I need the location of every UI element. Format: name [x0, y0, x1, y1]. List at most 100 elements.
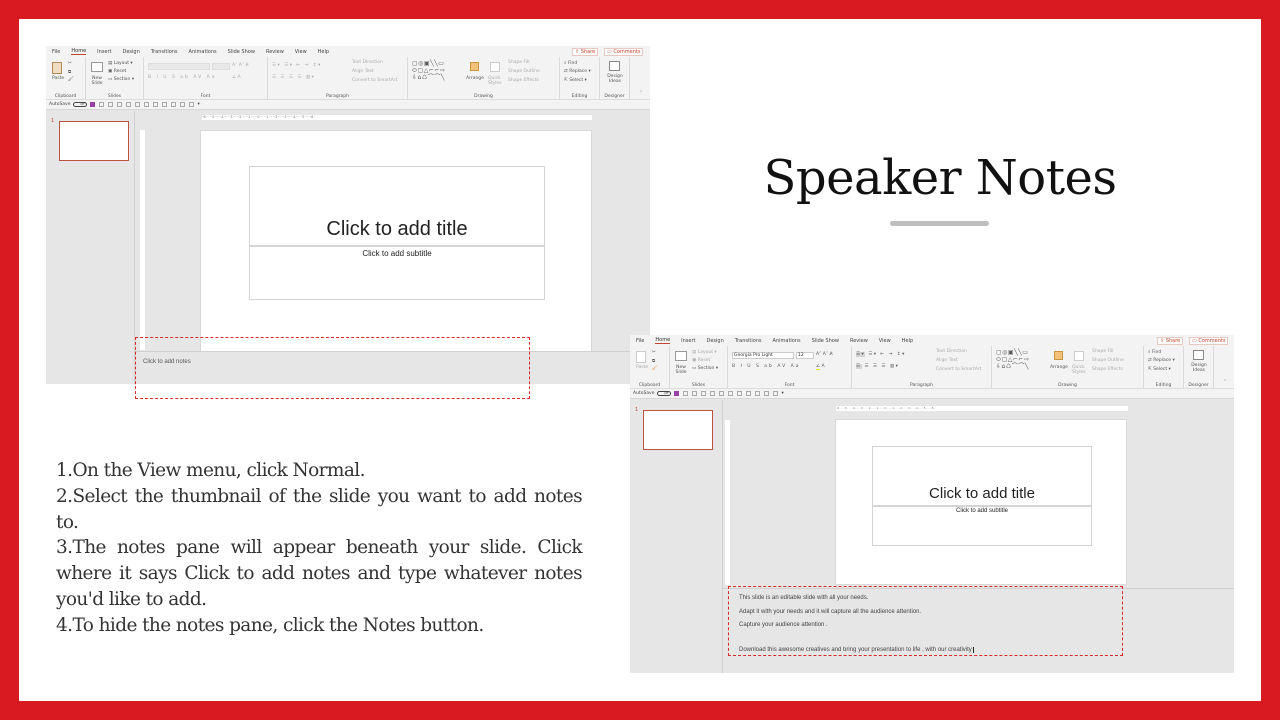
bring-forward-icon[interactable]	[179, 102, 185, 107]
menu-review[interactable]: Review	[266, 49, 284, 55]
title-placeholder[interactable]: Click to add title	[249, 166, 545, 246]
menu-home[interactable]: Home	[71, 48, 87, 55]
redo-icon[interactable]	[107, 102, 113, 107]
replace-button[interactable]: ⇄ Replace ▾	[1148, 358, 1175, 363]
menu-review[interactable]: Review	[850, 338, 868, 344]
menu-view[interactable]: View	[879, 338, 891, 344]
menu-view[interactable]: View	[295, 49, 307, 55]
format-painter-icon[interactable]: 🖌	[68, 77, 74, 82]
horizontal-ruler[interactable]: ·6·····5·····4·····3·····2·····1·····0··…	[836, 406, 1128, 411]
font-size-select[interactable]: 12	[796, 352, 814, 359]
cut-icon[interactable]: ✂	[68, 61, 72, 66]
font-size-controls[interactable]: A˄ A˅ A̷	[232, 63, 249, 68]
convert-smartart-button[interactable]: Convert to SmartArt	[352, 78, 397, 83]
undo-icon[interactable]	[682, 391, 688, 396]
subtitle-placeholder[interactable]: Click to add subtitle	[872, 506, 1092, 546]
design-ideas-icon[interactable]	[609, 61, 620, 71]
font-color-buttons[interactable]: ∠ A	[816, 364, 825, 370]
menu-animations[interactable]: Animations	[773, 338, 801, 344]
align-left-icon[interactable]	[125, 102, 131, 107]
align-top-icon[interactable]	[152, 102, 158, 107]
menu-design[interactable]: Design	[122, 49, 139, 55]
arrange-button[interactable]: Arrange	[466, 76, 484, 81]
paste-label[interactable]: Paste	[52, 76, 64, 81]
menu-file[interactable]: File	[636, 338, 644, 344]
menu-file[interactable]: File	[52, 49, 60, 55]
slide-thumbnail[interactable]	[643, 410, 713, 450]
shape-outline-button[interactable]: Shape Outline	[1092, 358, 1124, 363]
slide-editor[interactable]: Click to add title Click to add subtitle	[200, 130, 592, 352]
arrange-icon[interactable]	[470, 62, 479, 71]
menu-insert[interactable]: Insert	[681, 338, 695, 344]
text-direction-button[interactable]: Text Direction	[352, 60, 383, 65]
align-text-button[interactable]: Align Text	[352, 69, 374, 74]
paste-icon[interactable]	[636, 351, 646, 363]
new-slide-button[interactable]: New Slide	[674, 365, 688, 375]
menu-animations[interactable]: Animations	[189, 49, 217, 55]
shape-effects-button[interactable]: Shape Effects	[1092, 367, 1123, 372]
select-button[interactable]: ⇱ Select ▾	[564, 78, 587, 83]
shapes-gallery[interactable]: ▢◎▣╲╲▭ ⬭▢△⌐⌐⇨ ⇩⌂♺⌒⌒╲	[412, 60, 446, 81]
layout-button[interactable]: ▤ Layout ▾	[108, 61, 133, 66]
save-icon[interactable]	[673, 391, 679, 396]
group-icon[interactable]	[718, 391, 724, 396]
replace-button[interactable]: ⇄ Replace ▾	[564, 69, 591, 74]
section-button[interactable]: ▭ Section ▾	[108, 77, 134, 82]
bring-forward-icon[interactable]	[763, 391, 769, 396]
shape-fill-button[interactable]: Shape Fill	[508, 60, 530, 65]
font-size-controls[interactable]: A˄ A˅ A̷	[816, 352, 833, 357]
arrange-icon[interactable]	[1054, 351, 1063, 360]
undo-icon[interactable]	[98, 102, 104, 107]
menu-insert[interactable]: Insert	[97, 49, 111, 55]
menu-transitions[interactable]: Transitions	[735, 338, 762, 344]
quick-styles-button[interactable]: Quick Styles	[1072, 365, 1088, 375]
slide-editor[interactable]: Click to add title Click to add subtitle	[835, 419, 1127, 585]
horizontal-ruler[interactable]: ·6·····5·····4·····3·····2·····1·····0··…	[202, 115, 592, 120]
cut-icon[interactable]: ✂	[652, 350, 656, 355]
layout-button[interactable]: ▤ Layout ▾	[692, 350, 717, 355]
font-format-buttons[interactable]: B I U S ab AV Aa	[148, 75, 216, 80]
align-top-icon[interactable]	[736, 391, 742, 396]
convert-smartart-button[interactable]: Convert to SmartArt	[936, 367, 981, 372]
quick-styles-icon[interactable]	[490, 62, 500, 72]
reset-button[interactable]: ▣ Reset	[108, 69, 126, 74]
menu-design[interactable]: Design	[706, 338, 723, 344]
section-button[interactable]: ▭ Section ▾	[692, 366, 718, 371]
slide-thumbnail[interactable]	[59, 121, 129, 161]
menu-slide-show[interactable]: Slide Show	[228, 49, 255, 55]
share-button[interactable]: ⇪ Share	[1157, 337, 1184, 345]
font-name-select[interactable]: Georgia Pro Light	[732, 352, 794, 359]
align-center-icon[interactable]	[745, 391, 751, 396]
vertical-ruler[interactable]	[140, 130, 145, 350]
group-icon[interactable]	[134, 102, 140, 107]
comments-button[interactable]: ▭ Comments	[604, 48, 644, 56]
align-center-icon[interactable]	[161, 102, 167, 107]
copy-icon[interactable]: ⧉	[652, 358, 655, 364]
design-ideas-button[interactable]: Design Ideas	[604, 74, 626, 84]
format-painter-icon[interactable]: 🖌	[652, 366, 658, 371]
reset-button[interactable]: ▣ Reset	[692, 358, 710, 363]
distribute-icon[interactable]	[727, 391, 733, 396]
subtitle-placeholder[interactable]: Click to add subtitle	[249, 246, 545, 300]
menu-slide-show[interactable]: Slide Show	[812, 338, 839, 344]
autosave-toggle[interactable]: Off	[656, 391, 671, 396]
distribute-icon[interactable]	[143, 102, 149, 107]
menu-home[interactable]: Home	[655, 337, 671, 344]
align-text-button[interactable]: Align Text	[936, 358, 958, 363]
align-left-icon[interactable]	[709, 391, 715, 396]
align-buttons[interactable]: ☰ ☰ ☰ ☰ ▥▾	[272, 75, 315, 80]
quick-styles-button[interactable]: Quick Styles	[488, 76, 504, 86]
customize-toolbar-icon[interactable]: ▾	[198, 102, 200, 107]
list-buttons[interactable]: ☰▾ ☰▾ ⇤ ⇥ ↕▾	[272, 63, 322, 68]
save-icon[interactable]	[89, 102, 95, 107]
menu-transitions[interactable]: Transitions	[151, 49, 178, 55]
shape-outline-button[interactable]: Shape Outline	[508, 69, 540, 74]
autosave-toggle[interactable]: Off	[72, 102, 87, 107]
text-direction-button[interactable]: Text Direction	[936, 349, 967, 354]
copy-icon[interactable]: ⧉	[68, 69, 71, 75]
share-button[interactable]: ⇪ Share	[572, 48, 599, 56]
font-color-buttons[interactable]: ∠ A	[232, 75, 241, 80]
arrange-button[interactable]: Arrange	[1050, 365, 1068, 370]
align-bottom-icon[interactable]	[754, 391, 760, 396]
menu-help[interactable]: Help	[318, 49, 329, 55]
